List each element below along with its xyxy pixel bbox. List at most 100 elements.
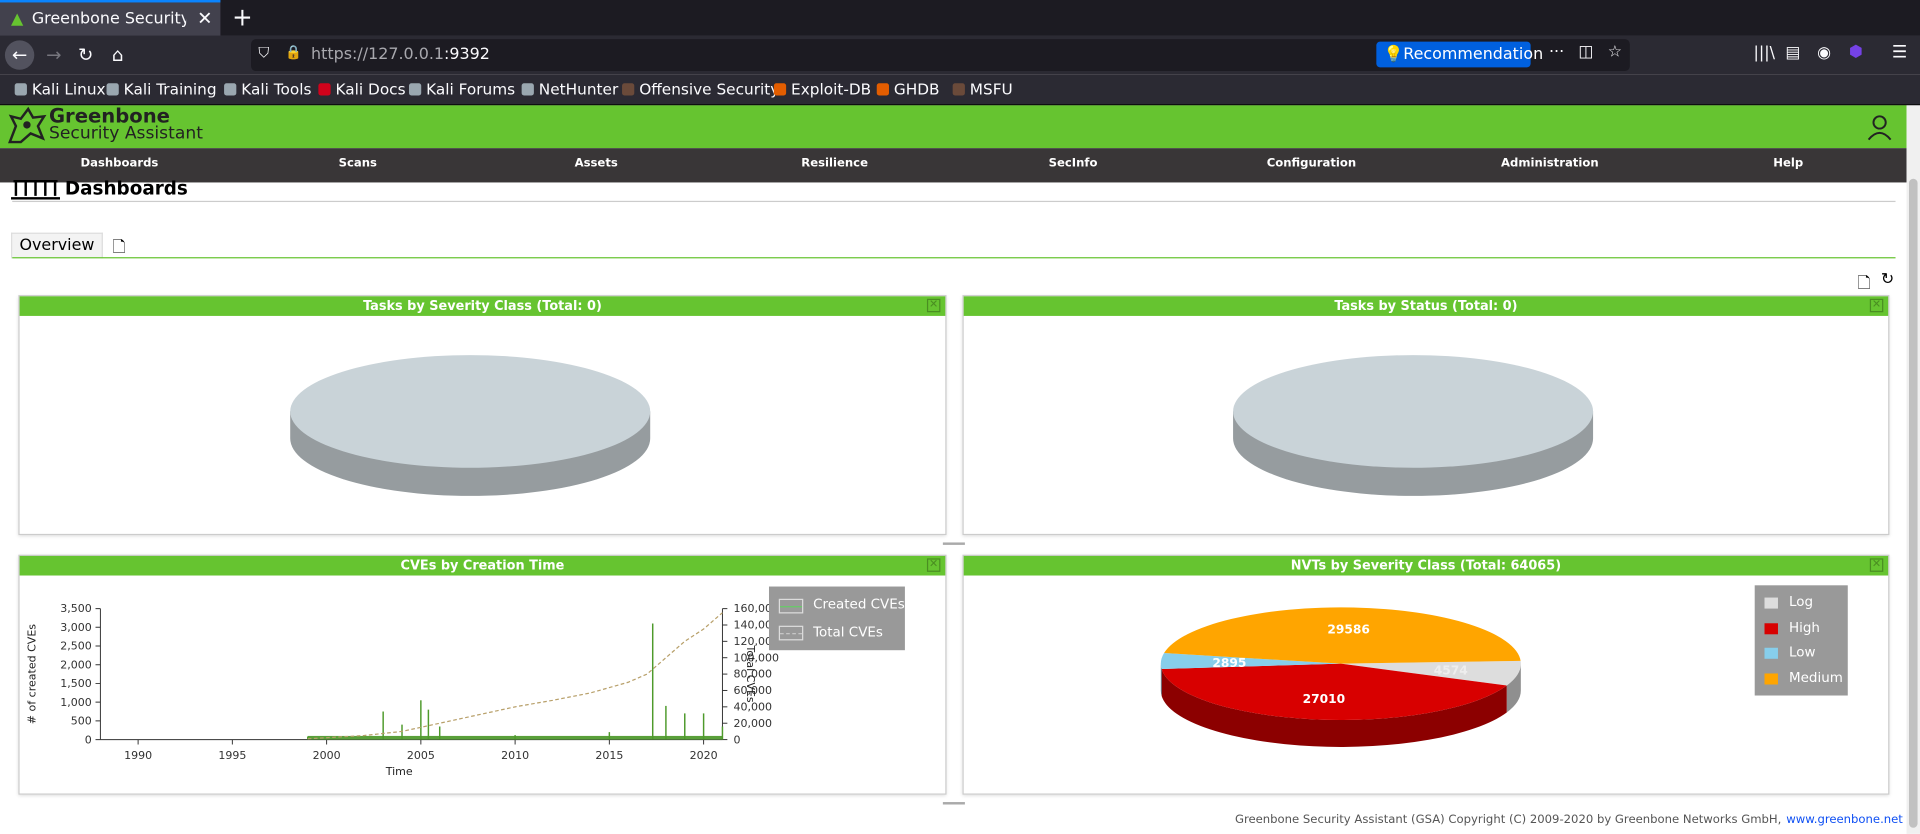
- x-tick-label: 2000: [313, 749, 341, 762]
- recommendation-button[interactable]: 💡 Recommendation: [1376, 41, 1543, 68]
- greenbone-favicon-icon: [11, 13, 24, 26]
- bookmark-label: Exploit-DB: [791, 79, 872, 98]
- tab-underline: [12, 257, 1896, 259]
- back-icon[interactable]: ←: [4, 40, 35, 70]
- pocket-icon[interactable]: ◫: [1578, 43, 1593, 61]
- close-panel-icon[interactable]: ✕: [926, 298, 941, 313]
- nvt-slice-label-low: 2895: [1212, 656, 1246, 670]
- nvts-legend: Log High Low Medium: [1754, 585, 1848, 696]
- bookmark-label: Offensive Security: [639, 79, 780, 98]
- shield-icon[interactable]: ⛉: [258, 44, 269, 62]
- bookmark-label: Kali Linux: [31, 79, 106, 98]
- more-actions-icon[interactable]: ···: [1549, 43, 1564, 61]
- menu-item-administration[interactable]: Administration: [1430, 157, 1669, 170]
- bookmark-item[interactable]: Offensive Security: [622, 80, 779, 98]
- url-text[interactable]: https://127.0.0.1:9392: [311, 45, 490, 63]
- extension-icon[interactable]: ⬢: [1849, 43, 1863, 61]
- bookmark-item[interactable]: NetHunter: [521, 80, 618, 98]
- bookmark-item[interactable]: Kali Docs: [318, 79, 406, 98]
- bookmark-item[interactable]: Kali Forums: [408, 80, 515, 98]
- library-icon[interactable]: |||\: [1753, 44, 1774, 62]
- y-tick-label-left: 3,000: [60, 621, 92, 634]
- nvt-slice-label-high: 27010: [1303, 692, 1346, 706]
- nvts-by-severity-panel: NVTs by Severity Class (Total: 64065) ✕ …: [962, 554, 1890, 795]
- bookmark-icon: [952, 83, 965, 96]
- tab-overview[interactable]: Overview: [11, 232, 103, 259]
- panel-title: CVEs by Creation Time: [19, 555, 946, 576]
- bookmark-label: Kali Tools: [241, 79, 312, 98]
- bookmark-item[interactable]: GHDB: [876, 80, 940, 98]
- reset-dashboard-icon[interactable]: ↻: [1881, 271, 1894, 289]
- x-tick-label: 2005: [407, 749, 435, 762]
- insecure-lock-icon[interactable]: 🔒: [285, 44, 302, 60]
- bookmark-item[interactable]: Kali Tools: [224, 80, 311, 98]
- bookmark-icon: [622, 83, 635, 96]
- menu-icon[interactable]: ☰: [1892, 43, 1907, 63]
- bookmark-icon: [773, 83, 787, 96]
- x-tick-label: 1990: [124, 749, 152, 762]
- menu-item-secinfo[interactable]: SecInfo: [954, 157, 1193, 170]
- bookmark-item[interactable]: Exploit-DB: [773, 79, 872, 98]
- greenbone-logo-icon: [8, 106, 47, 144]
- close-tab-icon[interactable]: ✕: [197, 7, 212, 29]
- y-axis-label: # of created CVEs: [26, 624, 39, 724]
- y2-axis-label: Total CVEs: [744, 645, 757, 703]
- resize-handle[interactable]: [942, 802, 965, 805]
- nvt-slice-label-log: 4574: [1434, 664, 1468, 678]
- empty-pie-chart: [1233, 355, 1594, 496]
- tab-title: Greenbone Security Assistant: [31, 9, 187, 29]
- bookmark-item[interactable]: Kali Linux: [14, 79, 106, 98]
- menu-item-scans[interactable]: Scans: [238, 157, 477, 170]
- resize-handle[interactable]: [942, 542, 965, 545]
- y-tick-label-left: 3,500: [60, 602, 92, 615]
- x-tick-label: 2010: [501, 749, 529, 762]
- copyright-text: Greenbone Security Assistant (GSA) Copyr…: [1234, 813, 1782, 827]
- nvt-slice-label-medium: 29586: [1327, 623, 1370, 637]
- bookmark-icon: [408, 83, 422, 96]
- close-panel-icon[interactable]: ✕: [1869, 558, 1884, 572]
- page-title: Dashboards: [64, 177, 188, 200]
- forward-icon[interactable]: →: [39, 40, 68, 69]
- menu-item-configuration[interactable]: Configuration: [1192, 157, 1431, 170]
- browser-toolbar: ← → ↻ ⌂ ⛉ 🔒 https://127.0.0.1:9392 💡 Reco…: [0, 35, 1920, 75]
- bookmark-label: MSFU: [969, 79, 1013, 98]
- legend-swatch-high: [1764, 622, 1778, 634]
- legend-label-medium: Medium: [1788, 669, 1843, 686]
- bookmark-item[interactable]: MSFU: [952, 79, 1013, 98]
- browser-tab[interactable]: Greenbone Security Assistant ✕: [0, 0, 221, 36]
- legend-label-log: Log: [1788, 593, 1814, 610]
- menu-item-resilience[interactable]: Resilience: [715, 157, 954, 170]
- y-tick-label-left: 1,000: [60, 696, 92, 709]
- sidebar-icon[interactable]: ▤: [1785, 44, 1800, 62]
- bookmarks-bar: Kali Linux Kali Training Kali Tools Kali Do…: [0, 74, 1920, 106]
- main-menu: Dashboards Scans Assets Resilience SecInfo Co…: [0, 148, 1908, 183]
- y-tick-label-left: 1,500: [60, 677, 92, 690]
- bookmark-label: Kali Docs: [335, 79, 406, 98]
- bookmark-icon: [14, 83, 27, 96]
- x-tick-label: 2015: [595, 749, 623, 762]
- menu-item-assets[interactable]: Assets: [477, 157, 716, 170]
- y-tick-label-right: 20,000: [733, 717, 772, 730]
- close-panel-icon[interactable]: ✕: [926, 558, 941, 572]
- new-tab-icon[interactable]: +: [230, 2, 254, 31]
- bookmark-icon: [106, 83, 119, 96]
- menu-item-dashboards[interactable]: Dashboards: [0, 157, 239, 170]
- menu-item-help[interactable]: Help: [1669, 157, 1908, 170]
- browser-tab-bar: Greenbone Security Assistant ✕ +: [0, 0, 1920, 36]
- address-bar[interactable]: ⛉ 🔒 https://127.0.0.1:9392 💡 Recommendati…: [251, 39, 1630, 72]
- home-icon[interactable]: ⌂: [103, 40, 132, 69]
- bookmark-star-icon[interactable]: ☆: [1608, 43, 1622, 61]
- page-scrollbar[interactable]: [1906, 105, 1920, 834]
- close-panel-icon[interactable]: ✕: [1869, 298, 1884, 313]
- legend-swatch-log: [1764, 597, 1778, 609]
- scrollbar-thumb[interactable]: [1908, 178, 1918, 828]
- bookmark-item[interactable]: Kali Training: [106, 80, 217, 98]
- account-icon[interactable]: ◉: [1817, 44, 1831, 62]
- gsa-header: Greenbone Security Assistant: [0, 104, 1907, 149]
- bookmark-icon: [521, 83, 534, 96]
- new-dashboard-icon[interactable]: 🗋: [113, 236, 126, 263]
- reload-icon[interactable]: ↻: [71, 40, 100, 69]
- greenbone-link[interactable]: www.greenbone.net: [1786, 813, 1903, 826]
- legend-label-created: Created CVEs: [813, 596, 905, 613]
- user-icon[interactable]: [1866, 114, 1893, 141]
